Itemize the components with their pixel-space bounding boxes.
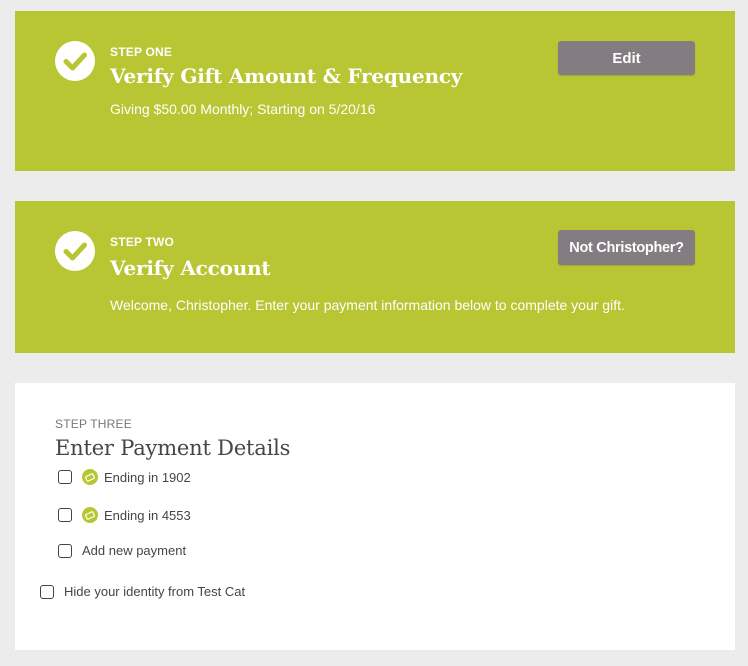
step-one-panel: STEP ONE Verify Gift Amount & Frequency … [15,11,735,171]
card-icon [82,469,98,485]
step-two-label: STEP TWO [110,235,175,249]
step-three-label: STEP THREE [55,417,132,431]
gift-summary: Giving $50.00 Monthly; Starting on 5/20/… [110,101,376,117]
hide-identity-option[interactable]: Hide your identity from Test Cat [40,584,245,599]
check-icon [55,41,95,81]
payment-option-1902[interactable]: Ending in 1902 [58,469,191,485]
step-three-title: Enter Payment Details [55,436,291,460]
not-christopher-button[interactable]: Not Christopher? [558,230,695,265]
add-new-payment-option[interactable]: Add new payment [58,543,186,558]
check-icon [55,231,95,271]
hide-identity-label: Hide your identity from Test Cat [64,584,246,599]
step-three-panel: STEP THREE Enter Payment Details Ending … [15,383,735,650]
welcome-message: Welcome, Christopher. Enter your payment… [110,297,625,313]
payment-checkbox[interactable] [58,508,72,522]
step-two-panel: STEP TWO Verify Account Welcome, Christo… [15,201,735,353]
step-one-label: STEP ONE [110,45,173,59]
payment-option-label: Ending in 4553 [104,507,191,523]
card-icon [82,507,98,523]
edit-button[interactable]: Edit [558,41,695,75]
add-payment-checkbox[interactable] [58,543,72,558]
step-one-title: Verify Gift Amount & Frequency [110,64,463,88]
payment-option-label: Ending in 1902 [104,469,191,485]
hide-identity-checkbox[interactable] [40,584,54,599]
add-payment-label: Add new payment [82,543,187,558]
payment-checkbox[interactable] [58,470,72,484]
step-two-title: Verify Account [110,256,271,280]
payment-option-4553[interactable]: Ending in 4553 [58,507,191,523]
